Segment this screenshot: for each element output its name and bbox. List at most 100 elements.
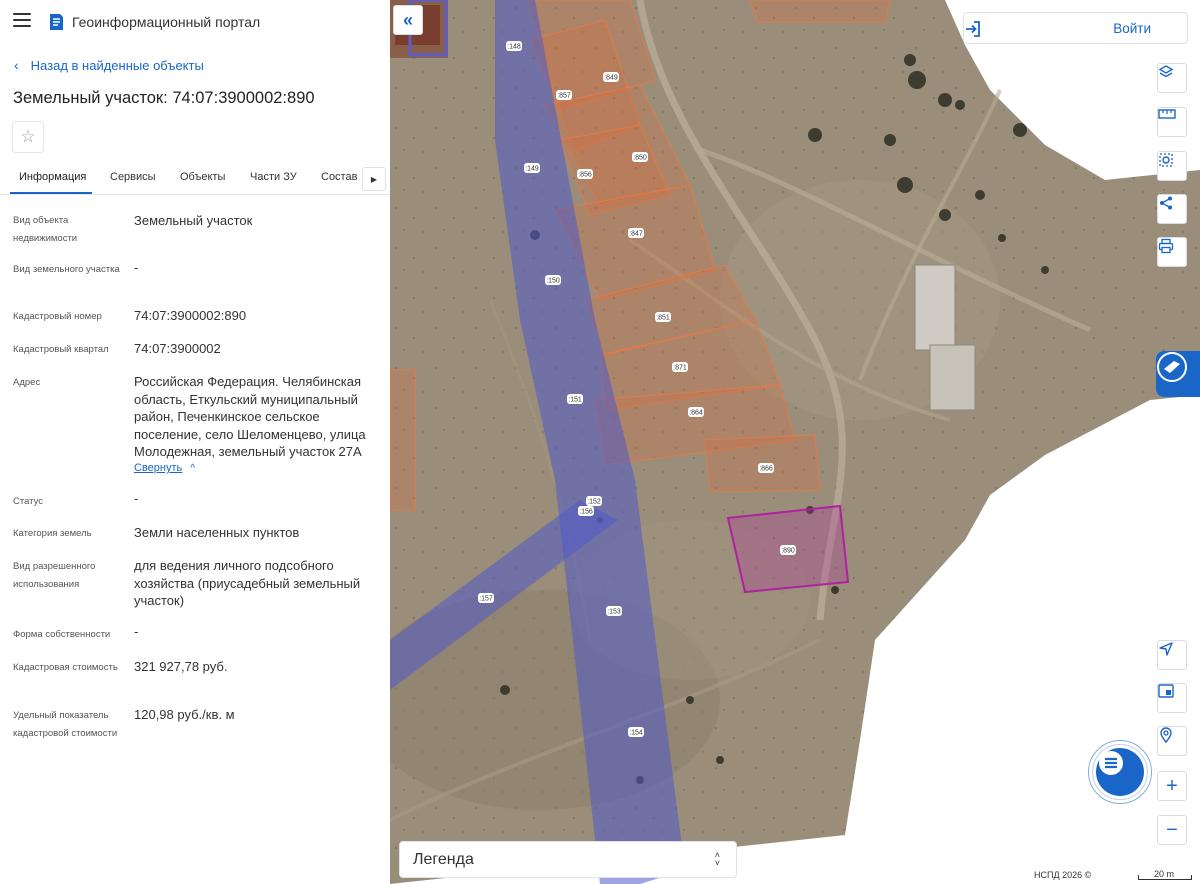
chat-bubble-icon	[1099, 751, 1123, 775]
parcel-label: :149	[525, 166, 539, 173]
info-label: Кадастровый номер	[13, 311, 102, 322]
double-chevron-left-icon: «	[402, 9, 413, 30]
scale-line	[1138, 875, 1192, 880]
info-label: Адрес	[13, 377, 41, 388]
zoom-in-button[interactable]: +	[1157, 771, 1187, 801]
parcel-label: :857	[557, 93, 571, 100]
login-arrow-icon	[966, 21, 980, 37]
parcel-label: :847	[629, 231, 643, 238]
info-value: 321 927,78 руб.	[134, 659, 228, 674]
portal-logo-icon	[50, 14, 63, 30]
info-label: Кадастровая стоимость	[13, 662, 118, 673]
parcel-label: :150	[546, 278, 560, 285]
legend-label: Легенда	[413, 851, 474, 868]
info-label: Статус	[13, 496, 44, 507]
info-label: Кадастровый квартал	[13, 344, 109, 355]
side-panel-toggle[interactable]	[1156, 351, 1200, 397]
star-icon: ☆	[20, 127, 36, 146]
caret-right-icon: ▶	[370, 174, 378, 184]
info-value: -	[134, 491, 139, 506]
parcel-label: :866	[759, 466, 773, 473]
tab-bar: Информация Сервисы Объекты Части ЗУ Сост…	[0, 165, 390, 195]
info-panel: Геоинформационный портал ‹ Назад в найде…	[0, 0, 390, 884]
share-button[interactable]	[1157, 194, 1187, 224]
favorite-star-button[interactable]: ☆	[12, 121, 44, 153]
address-value: Российская Федерация. Челябинская област…	[134, 374, 366, 459]
info-value: 120,98 руб./кв. м	[134, 707, 235, 722]
info-value: Земельный участок	[134, 213, 253, 228]
copyright: НСПД 2026 ©	[1030, 870, 1096, 880]
geolocation-button[interactable]	[1157, 640, 1187, 670]
back-link-label: Назад в найденные объекты	[30, 57, 204, 73]
active-tab-indicator	[10, 192, 92, 194]
info-label: Вид земельного участка	[13, 264, 120, 275]
tabs-scroll-right-button[interactable]: ▶	[362, 167, 386, 191]
tab-parts[interactable]: Части ЗУ	[250, 171, 297, 183]
object-title: Земельный участок: 74:07:3900002:890	[13, 89, 315, 107]
collapse-panel-button[interactable]: «	[393, 5, 423, 35]
parcel-label: :153	[607, 609, 621, 616]
parcel-label: :856	[578, 172, 592, 179]
scale-bar: 20 m	[1130, 869, 1198, 882]
minus-icon: −	[1166, 818, 1178, 841]
chevron-up-down-icon: ˄ ˅	[714, 850, 720, 868]
select-area-icon	[1159, 153, 1173, 167]
area-select-button[interactable]	[1157, 151, 1187, 181]
parcel-label: :148	[507, 44, 521, 51]
parcel-label: :152	[587, 499, 601, 506]
info-label: Категория земель	[13, 528, 92, 539]
parcel-label: :151	[568, 397, 582, 404]
zoom-out-button[interactable]: −	[1157, 815, 1187, 845]
parcel-label: :871	[673, 365, 687, 372]
collapse-address-link[interactable]: Свернуть ^	[134, 462, 195, 474]
chevron-left-icon: ‹	[14, 57, 19, 73]
info-label: Удельный показатель кадастровой стоимост…	[13, 710, 118, 739]
satellite-map: :148 :849 :857 :850 :856 :149 :847 :150 …	[390, 0, 1200, 884]
location-search-icon	[1160, 727, 1172, 743]
printer-icon	[1158, 238, 1174, 254]
parcel-label: :157	[479, 596, 493, 603]
top-bar: Геоинформационный портал	[0, 0, 390, 44]
info-value: 74:07:3900002:890	[134, 308, 247, 323]
parcel-label: :156	[579, 509, 593, 516]
ruler-icon	[1158, 109, 1176, 119]
collapse-link-label: Свернуть	[134, 462, 183, 474]
info-label: Вид разрешенного использования	[13, 561, 96, 590]
info-label: Форма собственности	[13, 629, 111, 640]
parcel-label: :850	[633, 155, 647, 162]
tab-services[interactable]: Сервисы	[110, 171, 156, 183]
navigation-arrow-icon	[1159, 642, 1173, 656]
map-view[interactable]: :148 :849 :857 :850 :856 :149 :847 :150 …	[390, 0, 1200, 884]
portal-title: Геоинформационный портал	[72, 14, 261, 30]
info-value: -	[134, 624, 139, 639]
login-label: Войти	[1113, 21, 1151, 36]
share-icon	[1160, 196, 1172, 210]
layers-button[interactable]	[1157, 63, 1187, 93]
parcel-label: :849	[604, 75, 618, 82]
ruler-button[interactable]	[1157, 107, 1187, 137]
login-button[interactable]: Войти	[963, 12, 1188, 44]
search-location-button[interactable]	[1157, 726, 1187, 756]
info-label: Вид объекта недвижимости	[13, 215, 78, 244]
info-value: 74:07:3900002	[134, 341, 221, 356]
tab-info[interactable]: Информация	[19, 171, 86, 183]
info-value: для ведения личного подсобного хозяйства…	[134, 558, 361, 608]
back-to-results-link[interactable]: ‹ Назад в найденные объекты	[14, 57, 204, 73]
print-button[interactable]	[1157, 237, 1187, 267]
info-value: -	[134, 260, 139, 275]
chat-button[interactable]	[1096, 748, 1144, 796]
map-pin-badge-icon	[1157, 352, 1187, 382]
info-value: Земли населенных пунктов	[134, 525, 300, 540]
chevron-up-icon: ^	[190, 463, 195, 474]
minimap-icon	[1158, 684, 1174, 698]
plus-icon: +	[1166, 774, 1178, 797]
parcel-label: :864	[689, 410, 703, 417]
tab-objects[interactable]: Объекты	[180, 171, 225, 183]
minimap-button[interactable]	[1157, 683, 1187, 713]
layers-icon	[1158, 65, 1174, 78]
hamburger-menu-icon[interactable]	[13, 13, 31, 29]
parcel-label: :890	[781, 548, 795, 555]
tab-composition[interactable]: Состав	[321, 171, 357, 183]
parcel-label: :851	[656, 315, 670, 322]
legend-selector[interactable]: Легенда ˄ ˅	[399, 841, 737, 878]
